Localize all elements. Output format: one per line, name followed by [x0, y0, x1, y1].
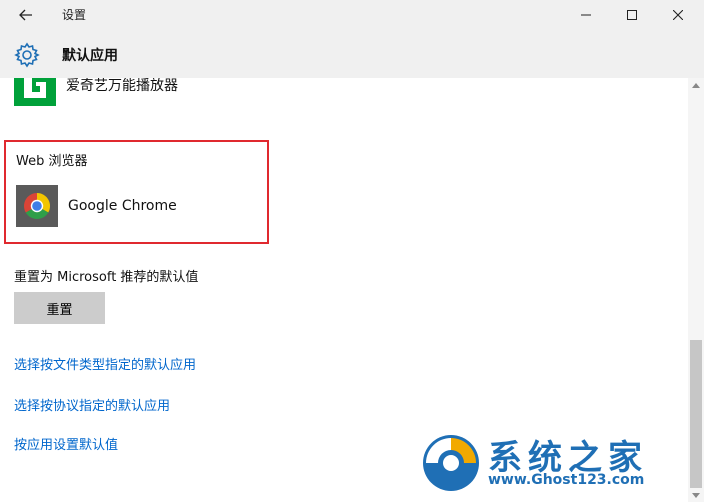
maximize-button[interactable] — [609, 0, 655, 30]
scroll-up-arrow[interactable] — [688, 80, 704, 90]
window-title: 设置 — [62, 8, 87, 22]
close-icon — [673, 10, 683, 20]
link-defaults-by-file-type[interactable]: 选择按文件类型指定的默认应用 — [14, 354, 196, 373]
scroll-down-arrow[interactable] — [688, 490, 704, 500]
link-defaults-by-app[interactable]: 按应用设置默认值 — [14, 434, 118, 453]
link-defaults-by-protocol[interactable]: 选择按协议指定的默认应用 — [14, 395, 170, 414]
web-browser-name: Google Chrome — [68, 198, 177, 214]
web-browser-heading: Web 浏览器 — [16, 154, 88, 169]
back-arrow-icon — [19, 9, 32, 21]
video-player-name: 爱奇艺万能播放器 — [66, 78, 178, 94]
reset-heading: 重置为 Microsoft 推荐的默认值 — [14, 270, 199, 285]
chrome-icon — [16, 185, 58, 227]
watermark-logo-icon — [423, 435, 479, 491]
page-title: 默认应用 — [62, 48, 118, 64]
watermark-url: www.Ghost123.com — [488, 472, 645, 488]
minimize-icon — [581, 14, 591, 16]
web-browser-default-app[interactable]: Google Chrome — [16, 185, 177, 227]
chevron-up-icon — [692, 82, 700, 88]
title-bar: 设置 — [0, 0, 704, 30]
gear-icon — [14, 42, 40, 68]
vertical-scrollbar[interactable] — [688, 78, 704, 502]
reset-button[interactable]: 重置 — [14, 292, 105, 324]
maximize-icon — [627, 10, 637, 20]
minimize-button[interactable] — [563, 0, 609, 30]
close-button[interactable] — [655, 0, 701, 30]
back-button[interactable] — [12, 4, 40, 26]
watermark: 系统之家 www.Ghost123.com — [420, 430, 682, 498]
iqiyi-player-icon — [14, 78, 56, 106]
chevron-down-icon — [692, 492, 700, 498]
scroll-thumb[interactable] — [690, 340, 702, 488]
video-player-default-app[interactable]: 爱奇艺万能播放器 — [14, 78, 178, 106]
